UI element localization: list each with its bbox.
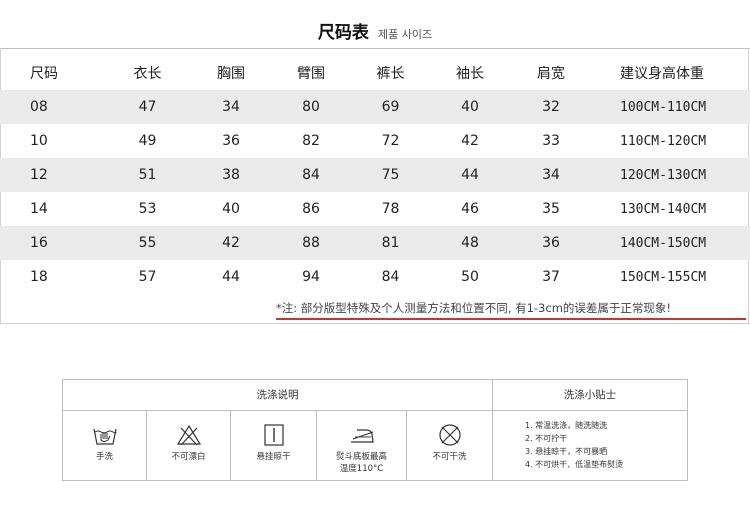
table-row: 18 57 44 94 84 50 37 150CM-155CM (0, 260, 750, 294)
table-header-row: 尺码 衣长 胸围 臂围 裤长 袖长 肩宽 建议身高体重 (0, 56, 750, 90)
list-item: 2. 不可拧干 (525, 434, 568, 443)
table-cell: 37 (542, 269, 560, 285)
table-cell: 48 (432, 226, 508, 260)
care-label: 不可干洗 (432, 452, 467, 462)
table-cell: 84 (273, 158, 349, 192)
hang-dry-icon (263, 424, 284, 446)
table-cell: 34 (189, 90, 273, 124)
care-label: 悬挂晾干 (256, 452, 291, 462)
table-cell: 75 (349, 158, 432, 192)
table-cell: 51 (106, 158, 189, 192)
table-cell: 44 (222, 269, 240, 285)
care-symbol-hang-dry: 悬挂晾干 (231, 411, 317, 480)
title-main: 尺码表 (317, 23, 369, 43)
table-cell: 14 (30, 201, 48, 217)
table-cell: 130CM-140CM (620, 201, 707, 217)
table-cell: 44 (432, 158, 508, 192)
no-bleach-icon (176, 424, 201, 446)
table-cell: 50 (461, 269, 479, 285)
header-cell: 臂围 (297, 66, 325, 82)
care-tips-header: 洗涤小贴士 (493, 380, 687, 411)
table-cell: 18 (30, 269, 48, 285)
table-cell: 84 (381, 269, 400, 285)
table-cell: 94 (302, 269, 320, 285)
care-label: 不可漂白 (171, 452, 206, 462)
table-cell: 53 (138, 201, 157, 217)
table-cell: 57 (138, 269, 157, 285)
header-cell: 胸围 (217, 66, 245, 82)
table-cell: 42 (461, 133, 479, 149)
care-label: 熨斗底板最高 (335, 452, 387, 462)
table-cell: 36 (508, 226, 594, 260)
table-cell: 150CM-155CM (620, 269, 707, 285)
table-row: 12 51 38 84 75 44 34 120CM-130CM (0, 158, 750, 192)
table-cell: 42 (189, 226, 273, 260)
list-item: 3. 悬挂晾干，不可暴晒 (525, 447, 608, 456)
table-cell: 38 (189, 158, 273, 192)
care-icons-row: 手洗 不可漂白 悬挂晾干 熨斗底板最高 温度110°C 不可干洗 (63, 411, 493, 480)
header-cell: 肩宽 (537, 66, 565, 82)
care-panel: 洗涤说明 洗涤小贴士 手洗 不可漂白 悬挂晾干 熨斗底板最高 温度110°C 不… (62, 379, 688, 481)
care-label: 手洗 (95, 452, 113, 462)
table-cell: 110CM-120CM (620, 133, 707, 149)
care-symbol-no-dry-clean: 不可干洗 (407, 411, 493, 480)
table-row: 08 47 34 80 69 40 32 100CM-110CM (0, 90, 750, 124)
table-cell: 78 (381, 201, 400, 217)
table-cell: 81 (349, 226, 432, 260)
table-cell: 55 (106, 226, 189, 260)
table-cell: 08 (0, 90, 106, 124)
table-cell: 40 (432, 90, 508, 124)
care-instructions-header: 洗涤说明 (63, 380, 493, 411)
list-item: 1. 常温洗涤，随洗随洗 (525, 421, 608, 430)
table-cell: 35 (542, 201, 560, 217)
list-item: 4. 不可烘干、低温垫布熨烫 (525, 460, 624, 469)
header-cell: 建议身高体重 (620, 66, 704, 82)
table-cell: 88 (273, 226, 349, 260)
table-cell: 33 (542, 133, 560, 149)
table-cell: 47 (106, 90, 189, 124)
table-cell: 120CM-130CM (594, 158, 750, 192)
table-cell: 34 (508, 158, 594, 192)
table-cell: 100CM-110CM (594, 90, 750, 124)
table-cell: 140CM-150CM (594, 226, 750, 260)
table-cell: 80 (273, 90, 349, 124)
table-cell: 49 (138, 133, 157, 149)
header-cell: 袖长 (456, 66, 484, 82)
table-cell: 36 (222, 133, 240, 149)
bottom-divider (0, 323, 750, 324)
table-cell: 10 (30, 133, 48, 149)
measurement-note: *注: 部分版型特殊及个人测量方法和位置不同, 有1-3cm的误差属于正常现象! (276, 301, 672, 315)
table-row: 14 53 40 86 78 46 35 130CM-140CM (0, 192, 750, 226)
table-cell: 32 (508, 90, 594, 124)
table-row: 16 55 42 88 81 48 36 140CM-150CM (0, 226, 750, 260)
table-cell: 69 (349, 90, 432, 124)
care-symbol-hand-wash: 手洗 (63, 411, 147, 480)
table-cell: 72 (381, 133, 400, 149)
table-cell: 46 (461, 201, 479, 217)
top-divider (0, 48, 750, 49)
header-cell: 衣长 (133, 66, 162, 82)
title-sub: 제품 사이즈 (377, 28, 433, 41)
header-cell: 尺码 (30, 66, 58, 82)
table-cell: 86 (302, 201, 320, 217)
table-cell: 82 (302, 133, 320, 149)
care-symbol-iron: 熨斗底板最高 温度110°C (317, 411, 407, 480)
table-cell: 12 (0, 158, 106, 192)
size-table: 尺码 衣长 胸围 臂围 裤长 袖长 肩宽 建议身高体重 08 47 34 80 … (0, 56, 750, 294)
table-cell: 16 (0, 226, 106, 260)
care-symbol-no-bleach: 不可漂白 (147, 411, 231, 480)
table-cell: 40 (222, 201, 240, 217)
page-title: 尺码表 제품 사이즈 (0, 18, 750, 43)
care-label: 温度110°C (339, 464, 384, 474)
header-cell: 裤长 (376, 66, 405, 82)
iron-icon (350, 429, 374, 443)
table-row: 10 49 36 82 72 42 33 110CM-120CM (0, 124, 750, 158)
care-tips-list: 1. 常温洗涤，随洗随洗 2. 不可拧干 3. 悬挂晾干，不可暴晒 4. 不可烘… (493, 411, 687, 480)
hand-wash-icon (92, 428, 117, 445)
no-dry-clean-icon (438, 424, 461, 446)
note-underline (276, 318, 746, 320)
